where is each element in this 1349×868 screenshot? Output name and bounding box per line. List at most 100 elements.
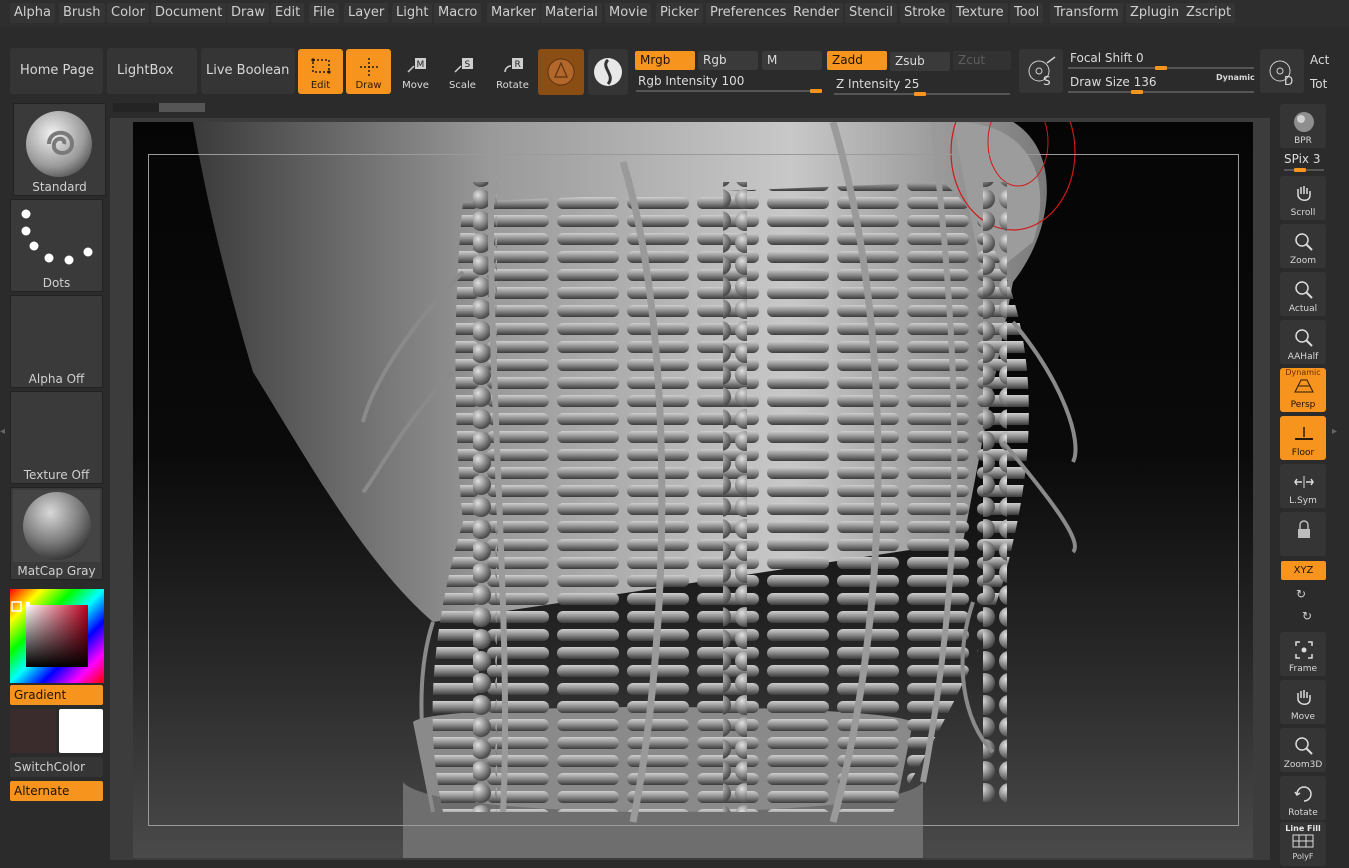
top-scroll-strip[interactable] [113,103,205,112]
draw-button[interactable]: Draw [346,49,391,94]
svg-text:M: M [417,60,425,70]
stroke-d-button[interactable]: D [1260,49,1304,93]
z-intensity-slider[interactable]: Z Intensity 25 [836,75,919,93]
material-preview-button[interactable] [538,49,584,95]
gradient-toggle[interactable]: Gradient [10,685,103,705]
lightbox-button[interactable]: LightBox [107,48,197,94]
menu-document[interactable]: Document [151,3,227,23]
rgb-toggle[interactable]: Rgb [698,51,758,70]
focal-shift-slider[interactable]: Focal Shift 0 [1070,49,1144,67]
menu-brush[interactable]: Brush [59,3,105,23]
top-toolbar: Home Page LightBox Live Boolean Edit Dra… [0,40,1349,102]
menu-stencil[interactable]: Stencil [845,3,897,23]
menu-zscript[interactable]: Zscript [1182,3,1236,23]
draw-size-value: 136 [1133,75,1157,89]
main-color-swatch[interactable] [59,709,103,753]
standard-brush-icon [26,111,92,177]
lsym-button[interactable]: L.Sym [1280,464,1326,508]
menu-edit[interactable]: Edit [271,3,305,23]
top-scroll-thumb[interactable] [159,103,205,112]
alpha-name: Alpha Off [28,372,85,386]
menu-render[interactable]: Render [789,3,844,23]
menu-layer[interactable]: Layer [344,3,389,23]
menu-tool[interactable]: Tool [1010,3,1044,23]
color-sphere-button[interactable] [588,49,628,95]
xyz-rotate-toggle[interactable]: XYZ [1281,561,1326,580]
zcut-toggle[interactable]: Zcut [953,51,1011,70]
draw-size-slider[interactable]: Draw Size 136 [1070,73,1157,91]
scale-button[interactable]: S Scale [440,49,485,94]
menu-marker[interactable]: Marker [487,3,540,23]
home-page-button[interactable]: Home Page [10,48,103,94]
texture-selector[interactable]: Texture Off [10,391,103,484]
rgb-intensity-track[interactable] [636,90,822,92]
stroke-s-button[interactable]: S [1019,49,1063,93]
menu-material[interactable]: Material [541,3,602,23]
dynamic-label[interactable]: Dynamic [1216,73,1255,82]
menu-light[interactable]: Light [392,3,433,23]
material-selector[interactable]: MatCap Gray [10,487,103,580]
move-3d-button[interactable]: Move [1280,680,1326,724]
menu-alpha[interactable]: Alpha [10,3,55,23]
bpr-button[interactable]: BPR [1280,104,1326,148]
spix-knob[interactable] [1294,168,1306,172]
z-intensity-knob[interactable] [914,92,926,96]
zsub-toggle[interactable]: Zsub [890,52,950,71]
rotate-3d-button[interactable]: Rotate [1280,776,1326,820]
spix-slider[interactable]: SPix 3 [1284,152,1321,166]
frame-button[interactable]: Frame [1280,632,1326,676]
switchcolor-button[interactable]: SwitchColor [10,757,103,777]
persp-button[interactable]: Dynamic Persp [1280,368,1326,412]
rotate-button[interactable]: R Rotate [490,49,535,94]
s-button-label: S [1043,74,1051,88]
draw-size-track[interactable] [1068,91,1254,93]
menu-draw[interactable]: Draw [227,3,269,23]
document-canvas[interactable] [133,122,1253,858]
edit-button[interactable]: Edit [298,49,343,94]
menu-file[interactable]: File [309,3,339,23]
stroke-s-icon: S [1028,56,1056,88]
rgb-intensity-slider[interactable]: Rgb Intensity 100 [638,72,744,90]
dots-stroke-icon [21,209,93,265]
draw-size-knob[interactable] [1131,90,1143,94]
m-toggle[interactable]: M [762,51,822,70]
zoom3d-button[interactable]: Zoom3D [1280,728,1326,772]
menu-texture[interactable]: Texture [952,3,1008,23]
mrgb-toggle[interactable]: Mrgb [635,51,695,70]
actual-button[interactable]: Actual [1280,272,1326,316]
menu-picker[interactable]: Picker [656,3,703,23]
focal-shift-knob[interactable] [1155,66,1167,70]
material-icon [547,58,575,86]
menu-stroke[interactable]: Stroke [900,3,950,23]
menu-zplugin[interactable]: Zplugin [1126,3,1184,23]
magnifier-icon [1295,233,1313,251]
polyframe-button[interactable]: Line Fill PolyF [1280,822,1326,866]
rgb-intensity-knob[interactable] [810,89,822,93]
move-button[interactable]: M Move [393,49,438,94]
scale-icon: S [454,58,473,73]
zadd-toggle[interactable]: Zadd [827,51,887,70]
draw-icon [360,58,378,76]
alternate-toggle[interactable]: Alternate [10,781,103,801]
menu-movie[interactable]: Movie [605,3,652,23]
y-rotate-icon[interactable]: ↻ [1296,587,1306,601]
secondary-color-swatch[interactable] [10,709,56,753]
lock-camera-button[interactable] [1280,512,1326,556]
menu-macro[interactable]: Macro [434,3,482,23]
stroke-selector[interactable]: Dots [10,199,103,292]
aahalf-button[interactable]: AAHalf [1280,320,1326,364]
alpha-selector[interactable]: Alpha Off [10,295,103,388]
live-boolean-button[interactable]: Live Boolean [201,48,295,94]
color-picker[interactable] [10,589,104,683]
left-tray-toggle-icon[interactable]: ◂ [0,426,6,446]
zoom-button[interactable]: Zoom [1280,224,1326,268]
scroll-button[interactable]: Scroll [1280,176,1326,220]
z-rotate-icon[interactable]: ↻ [1302,609,1312,623]
floor-button[interactable]: Floor [1280,416,1326,460]
draw-size-label: Draw Size [1070,75,1130,89]
right-tray-toggle-icon[interactable]: ▸ [1332,426,1342,446]
brush-selector[interactable]: Standard [13,103,106,196]
menu-preferences[interactable]: Preferences [706,3,791,23]
menu-color[interactable]: Color [107,3,149,23]
menu-transform[interactable]: Transform [1050,3,1123,23]
